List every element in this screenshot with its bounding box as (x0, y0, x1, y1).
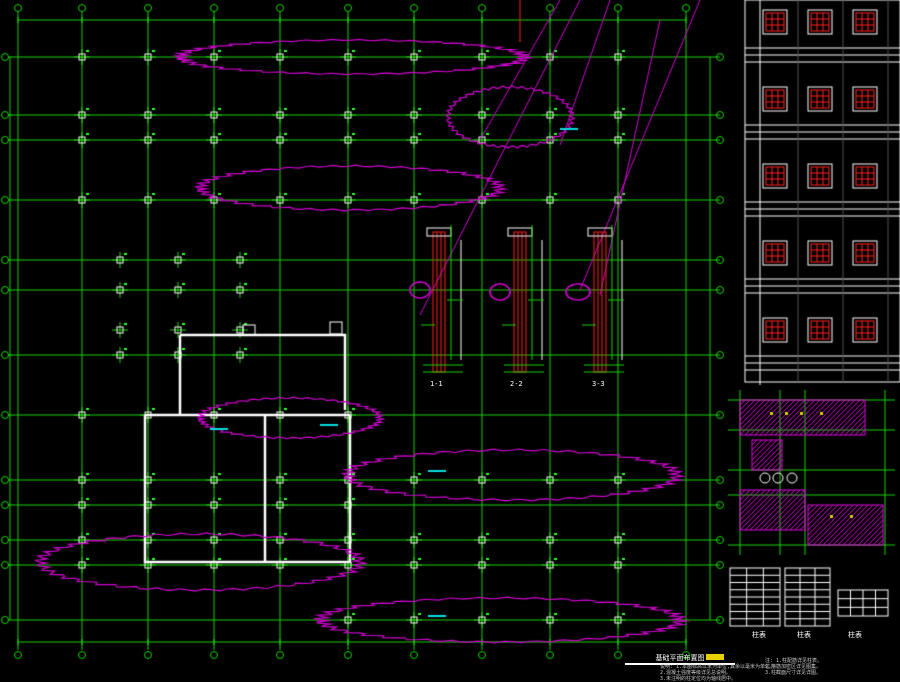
section-label: 2-2 (510, 380, 523, 388)
cad-drawing-canvas[interactable] (0, 0, 900, 682)
note-line: 3.柱截面尺寸详见详图。 (765, 670, 822, 676)
drawing-notes-right: 注: 1.柱配筋详见柱表。 2.箍筋加密区详见图集。 3.柱截面尺寸详见详图。 (765, 658, 822, 676)
table-label: 柱表 (848, 631, 862, 639)
drawing-notes: 说明: 1.本图标高以米为单位,其余以毫米为单位。 2.混凝土强度等级详见总说明… (660, 664, 775, 682)
section-label: 1-1 (430, 380, 443, 388)
section-label: 3-3 (592, 380, 605, 388)
note-line: 3.未注明的柱定位均为轴线居中。 (660, 676, 737, 682)
table-label: 柱表 (752, 631, 766, 639)
title-tag (706, 654, 724, 660)
table-label: 柱表 (797, 631, 811, 639)
